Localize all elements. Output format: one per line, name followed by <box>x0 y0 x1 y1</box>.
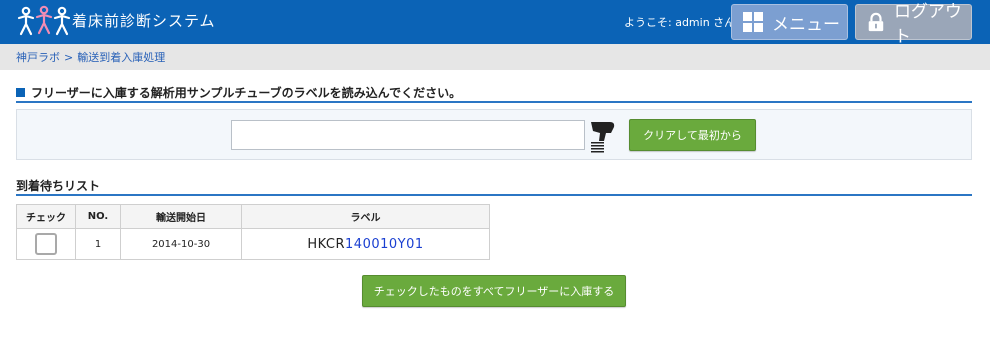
scan-section-heading: フリーザーに入庫する解析用サンプルチューブのラベルを読み込んでください。 <box>16 84 461 101</box>
section-divider <box>16 101 972 103</box>
label-cell: HKCR140010Y01 <box>241 228 490 260</box>
table-header-row: チェック NO. 輸送開始日 ラベル <box>16 204 490 229</box>
store-checked-button[interactable]: チェックしたものをすべてフリーザーに入庫する <box>362 275 626 307</box>
logout-button[interactable]: ログアウト <box>855 2 972 47</box>
barcode-scanner-icon <box>591 122 615 153</box>
heading-marker <box>16 88 25 97</box>
arrival-table: チェック NO. 輸送開始日 ラベル 1 2014-10-30 HKCR1400… <box>16 204 490 260</box>
col-header-date: 輸送開始日 <box>120 204 242 229</box>
lock-icon <box>868 12 884 32</box>
people-logo-icon <box>17 5 71 36</box>
label-scan-input[interactable] <box>231 120 585 150</box>
col-header-no: NO. <box>75 204 121 229</box>
arrival-list-heading-text: 到着待ちリスト <box>16 179 101 193</box>
menu-button-label: メニュー <box>772 14 840 35</box>
col-header-label: ラベル <box>241 204 490 229</box>
list-divider <box>16 194 972 196</box>
no-cell: 1 <box>75 228 121 260</box>
table-row: 1 2014-10-30 HKCR140010Y01 <box>16 228 490 260</box>
scan-section-heading-text: フリーザーに入庫する解析用サンプルチューブのラベルを読み込んでください。 <box>31 86 462 100</box>
breadcrumb-separator: > <box>64 50 74 64</box>
breadcrumb: 神戸ラボ > 輸送到着入庫処理 <box>0 44 990 70</box>
date-cell: 2014-10-30 <box>120 228 242 260</box>
menu-button[interactable]: メニュー <box>731 4 848 40</box>
app-title: 着床前診断システム <box>72 12 216 30</box>
arrival-list-heading: 到着待ちリスト <box>16 177 100 194</box>
label-prefix: HKCR <box>307 236 346 252</box>
label-highlight: 140010 <box>345 236 398 252</box>
breadcrumb-item-current[interactable]: 輸送到着入庫処理 <box>77 49 165 65</box>
welcome-text: ようこそ: admin さん <box>624 16 736 29</box>
label-value: HKCR140010Y01 <box>307 237 423 252</box>
breadcrumb-item-lab[interactable]: 神戸ラボ <box>16 49 60 65</box>
row-checkbox[interactable] <box>35 233 57 255</box>
label-suffix: Y01 <box>397 236 424 252</box>
clear-restart-button[interactable]: クリアして最初から <box>629 119 756 151</box>
col-header-check: チェック <box>16 204 76 229</box>
check-cell <box>16 228 76 260</box>
top-header: 着床前診断システム ようこそ: admin さん メニュー ログアウト <box>0 0 990 47</box>
grid-icon <box>743 12 763 32</box>
logout-button-label: ログアウト <box>893 2 962 47</box>
